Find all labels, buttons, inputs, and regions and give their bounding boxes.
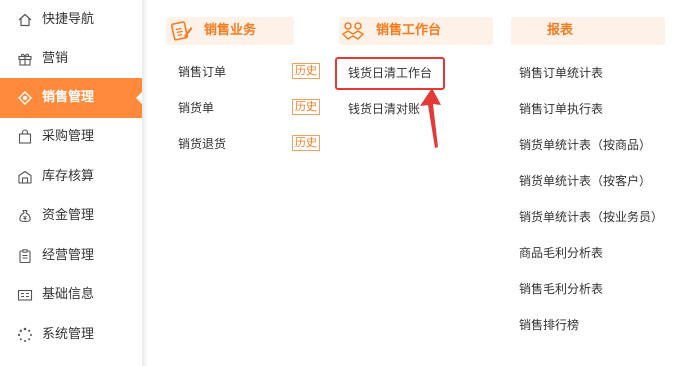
- report-item-sales-order-stats[interactable]: 销售订单统计表: [519, 64, 603, 82]
- sales-workbench-header: 销售工作台: [339, 17, 493, 45]
- menu-item-sales-slip[interactable]: 销货单: [178, 99, 214, 117]
- sidebar-item-marketing[interactable]: 营销: [0, 39, 142, 79]
- report-item-product-margin[interactable]: 商品毛利分析表: [519, 244, 603, 262]
- sidebar-divider: [142, 0, 148, 366]
- sidebar-item-system-management[interactable]: 系统管理: [0, 315, 142, 355]
- sidebar-item-label: 采购管理: [42, 129, 95, 144]
- gift-icon: [17, 51, 33, 67]
- report-item-sales-ranking[interactable]: 销售排行榜: [519, 316, 579, 334]
- sidebar-item-sales-management[interactable]: 销售管理: [0, 78, 142, 118]
- reports-title: 报表: [547, 23, 574, 38]
- report-item-sales-slip-by-customer[interactable]: 销货单统计表（按客户）: [519, 172, 651, 190]
- shopping-bag-icon: [17, 129, 33, 145]
- sales-workbench-title: 销售工作台: [376, 23, 442, 38]
- home-icon: [17, 12, 33, 28]
- clipboard-icon: [17, 248, 33, 264]
- sidebar-item-purchase-management[interactable]: 采购管理: [0, 117, 142, 157]
- sidebar-item-quick-nav[interactable]: 快捷导航: [0, 0, 142, 40]
- report-item-sales-slip-by-product[interactable]: 销货单统计表（按商品）: [519, 136, 651, 154]
- document-pen-icon: [170, 19, 194, 43]
- report-item-sales-order-execution[interactable]: 销售订单执行表: [519, 100, 603, 118]
- sidebar-item-label: 营销: [42, 51, 69, 66]
- sidebar-item-fund-management[interactable]: 资金管理: [0, 196, 142, 236]
- loading-circle-icon: [17, 327, 33, 343]
- sidebar-item-basic-info[interactable]: 基础信息: [0, 275, 142, 315]
- report-item-sales-slip-by-salesperson[interactable]: 销货单统计表（按业务员）: [519, 208, 663, 226]
- menu-item-sales-order[interactable]: 销售订单: [178, 63, 226, 81]
- history-badge-sales-slip[interactable]: 历史: [292, 99, 320, 115]
- history-badge-sales-return[interactable]: 历史: [292, 135, 320, 151]
- id-card-icon: [17, 287, 33, 303]
- sidebar-item-label: 系统管理: [42, 327, 95, 342]
- sidebar-item-label: 销售管理: [42, 90, 95, 105]
- menu-item-sales-return[interactable]: 销货退货: [178, 135, 226, 153]
- sidebar-item-label: 快捷导航: [42, 12, 95, 27]
- reports-header: 报表: [511, 17, 665, 45]
- warehouse-icon: [17, 169, 33, 185]
- sales-business-title: 销售业务: [204, 23, 257, 38]
- sidebar: 快捷导航 营销 销售管理 采购管理 库存核算 资金管理 经营管理 基础信息 系统…: [0, 0, 142, 366]
- sidebar-item-label: 经营管理: [42, 248, 95, 263]
- sidebar-item-operation-management[interactable]: 经营管理: [0, 236, 142, 276]
- sidebar-item-label: 基础信息: [42, 287, 95, 302]
- handshake-icon: [341, 19, 365, 43]
- report-item-sales-margin[interactable]: 销售毛利分析表: [519, 280, 603, 298]
- money-bag-icon: [17, 208, 33, 224]
- sidebar-item-label: 资金管理: [42, 208, 95, 223]
- sales-diamond-icon: [17, 90, 33, 106]
- sidebar-item-label: 库存核算: [42, 169, 95, 184]
- sales-business-header: 销售业务: [166, 17, 294, 45]
- menu-item-daily-clearing-reconciliation[interactable]: 钱货日清对账: [348, 100, 420, 118]
- sidebar-item-inventory-accounting[interactable]: 库存核算: [0, 157, 142, 197]
- annotation-arrow-icon: [420, 88, 441, 148]
- history-badge-sales-order[interactable]: 历史: [292, 63, 320, 79]
